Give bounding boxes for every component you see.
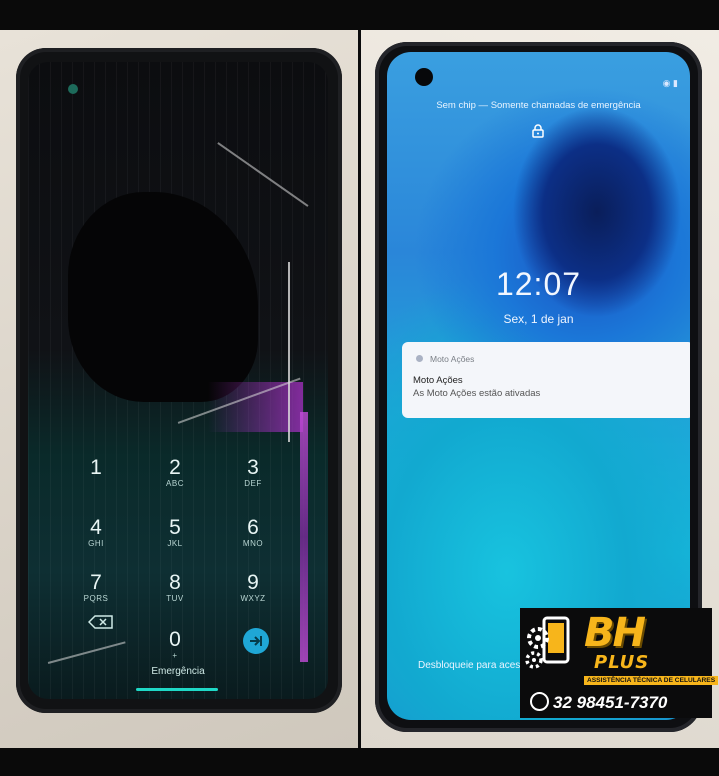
white-line-artifact xyxy=(288,262,290,442)
brand-sub: PLUS xyxy=(594,652,650,673)
broken-screen: 1 2 ABC 3 DEF 4 GHI 5 JKL 6 MNO 7 PQRS 8 TUV 9W… xyxy=(28,62,328,699)
unlock-hint: Desbloqueie para aces xyxy=(418,660,521,671)
key-0[interactable]: 0 + xyxy=(140,629,210,661)
lock-icon xyxy=(532,124,544,138)
system-icons: ◉ ▮ xyxy=(663,78,678,89)
whatsapp-icon xyxy=(530,692,549,711)
clock: 12:07 xyxy=(495,266,582,302)
backspace-icon[interactable] xyxy=(87,615,114,629)
bh-plus-logo: BH PLUS ASSISTÊNCIA TÉCNICA DE CELULARES… xyxy=(520,608,719,718)
notification-body: As Moto Ações estão ativadas xyxy=(413,388,541,399)
battery-icon: ▮ xyxy=(673,78,678,88)
key-6[interactable]: 6 MNO xyxy=(218,517,288,549)
key-2[interactable]: 2 ABC xyxy=(140,457,210,489)
notification-card[interactable]: Moto Ações Moto Ações As Moto Ações estã… xyxy=(402,342,690,418)
broken-phone: 1 2 ABC 3 DEF 4 GHI 5 JKL 6 MNO 7 PQRS 8 TUV 9W… xyxy=(16,48,342,713)
key-7[interactable]: 7 PQRS xyxy=(61,572,131,604)
notification-title: Moto Ações xyxy=(413,375,463,386)
notification-app-name: Moto Ações xyxy=(430,354,475,364)
date: Sex, 1 de jan xyxy=(503,312,574,326)
key-8[interactable]: 8 TUV xyxy=(140,572,210,604)
contact-phone: 32 98451-7370 xyxy=(530,692,667,713)
key-9[interactable]: 9 WXYZ xyxy=(218,572,288,604)
key-5[interactable]: 5 JKL xyxy=(140,517,210,549)
emergency-button[interactable]: Emergência xyxy=(28,666,328,677)
enter-icon[interactable] xyxy=(243,628,269,654)
carrier-status: Sem chip — Somente chamadas de emergênci… xyxy=(436,100,641,111)
home-indicator[interactable] xyxy=(136,688,218,691)
bottom-black-bar xyxy=(0,748,719,776)
magenta-strip xyxy=(300,412,308,662)
brand-name: BH xyxy=(584,610,646,656)
rotate-icon: ◉ xyxy=(662,78,671,88)
key-1[interactable]: 1 xyxy=(61,457,131,479)
moto-app-icon xyxy=(416,355,423,362)
gears-phone-icon xyxy=(524,616,576,678)
top-black-bar xyxy=(0,0,719,30)
camera-hole xyxy=(415,68,433,86)
contact-phone-number: 32 98451-7370 xyxy=(553,693,668,712)
key-3[interactable]: 3 DEF xyxy=(218,457,288,489)
key-4[interactable]: 4 GHI xyxy=(61,517,131,549)
left-photo-broken-phone: 1 2 ABC 3 DEF 4 GHI 5 JKL 6 MNO 7 PQRS 8 TUV 9W… xyxy=(0,30,358,748)
camera-hole xyxy=(68,84,78,94)
brand-tagline: ASSISTÊNCIA TÉCNICA DE CELULARES xyxy=(584,676,719,685)
